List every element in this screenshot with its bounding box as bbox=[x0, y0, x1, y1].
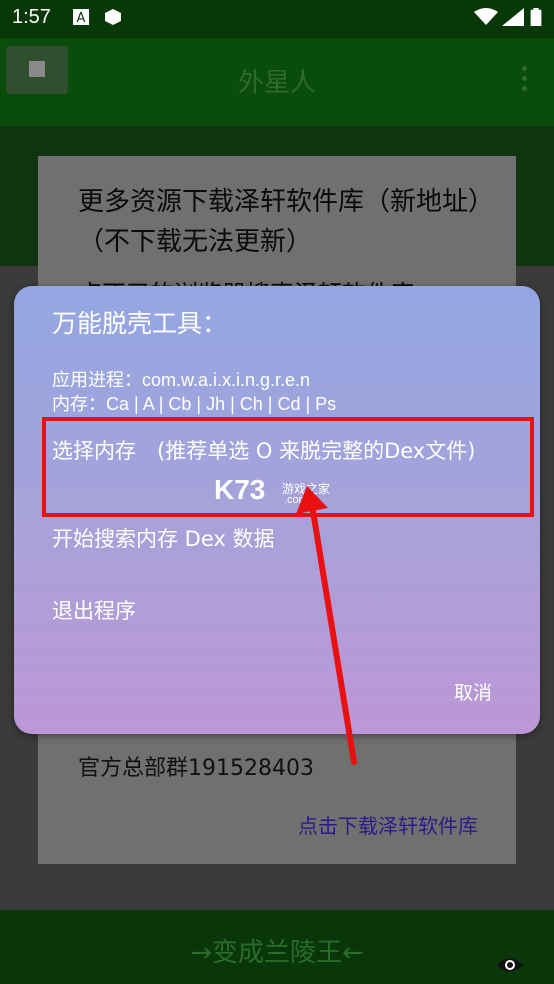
eye-icon[interactable] bbox=[496, 956, 524, 974]
transform-button[interactable]: →变成兰陵王← bbox=[0, 932, 554, 969]
annotation-arrow bbox=[296, 486, 357, 765]
bottom-bar: →变成兰陵王← bbox=[0, 910, 554, 984]
